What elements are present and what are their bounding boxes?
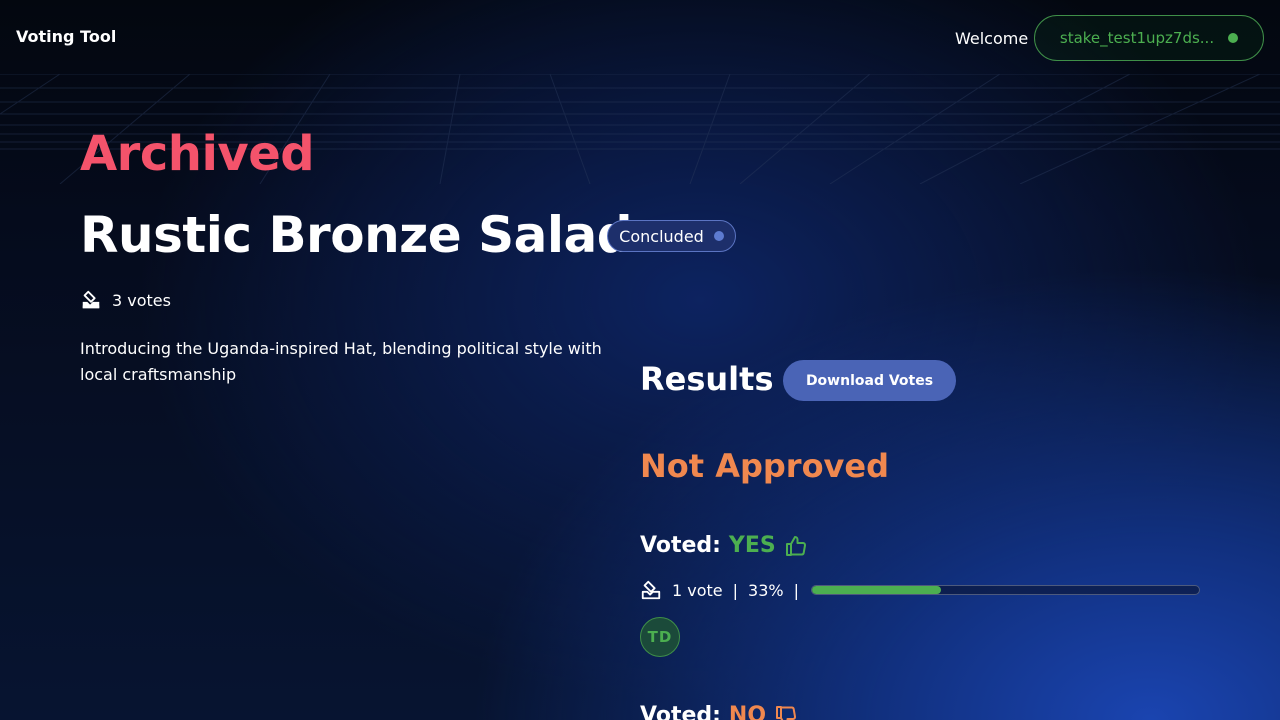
yes-progress-bar xyxy=(810,585,1200,595)
total-votes: 3 votes xyxy=(80,289,171,311)
connected-dot-icon xyxy=(1228,33,1239,43)
vote-option-no: NO xyxy=(728,703,767,720)
proposal-title: Rustic Bronze Salad xyxy=(80,206,633,264)
yes-vote-count: 1 vote xyxy=(672,580,723,600)
status-dot-icon xyxy=(713,231,724,241)
yes-progress-fill xyxy=(811,586,941,594)
voted-label: Voted: xyxy=(640,703,721,720)
wallet-address: stake_test1upz7ds... xyxy=(1059,29,1215,47)
top-bar: Voting Tool Welcome stake_test1upz7ds... xyxy=(0,0,1280,76)
wallet-address-button[interactable]: stake_test1upz7ds... xyxy=(1034,15,1264,61)
results-heading: Results xyxy=(640,360,774,398)
voted-yes-heading: Voted: YES xyxy=(640,533,808,558)
welcome-text: Welcome xyxy=(955,29,1029,48)
ballot-box-icon xyxy=(641,580,661,600)
divider: | xyxy=(732,580,739,600)
outcome-label: Not Approved xyxy=(640,447,890,485)
download-votes-button[interactable]: Download Votes xyxy=(783,360,956,401)
total-votes-label: 3 votes xyxy=(112,290,171,310)
status-badge: Concluded xyxy=(607,220,736,252)
voted-no-heading: Voted: NO xyxy=(640,703,798,720)
thumbs-down-icon xyxy=(776,705,797,720)
yes-vote-percent: 33% xyxy=(748,580,784,600)
app-brand[interactable]: Voting Tool xyxy=(16,27,116,46)
voted-label: Voted: xyxy=(640,533,721,558)
voter-avatar[interactable]: TD xyxy=(640,617,680,657)
divider: | xyxy=(793,580,799,600)
proposal-description: Introducing the Uganda-inspired Hat, ble… xyxy=(80,339,602,384)
thumbs-up-icon xyxy=(785,535,806,556)
status-label: Concluded xyxy=(619,226,704,246)
ballot-box-icon xyxy=(82,290,100,309)
yes-stats: 1 vote | 33% | xyxy=(640,578,1200,602)
vote-option-yes: YES xyxy=(728,533,776,558)
section-label: Archived xyxy=(80,126,315,182)
